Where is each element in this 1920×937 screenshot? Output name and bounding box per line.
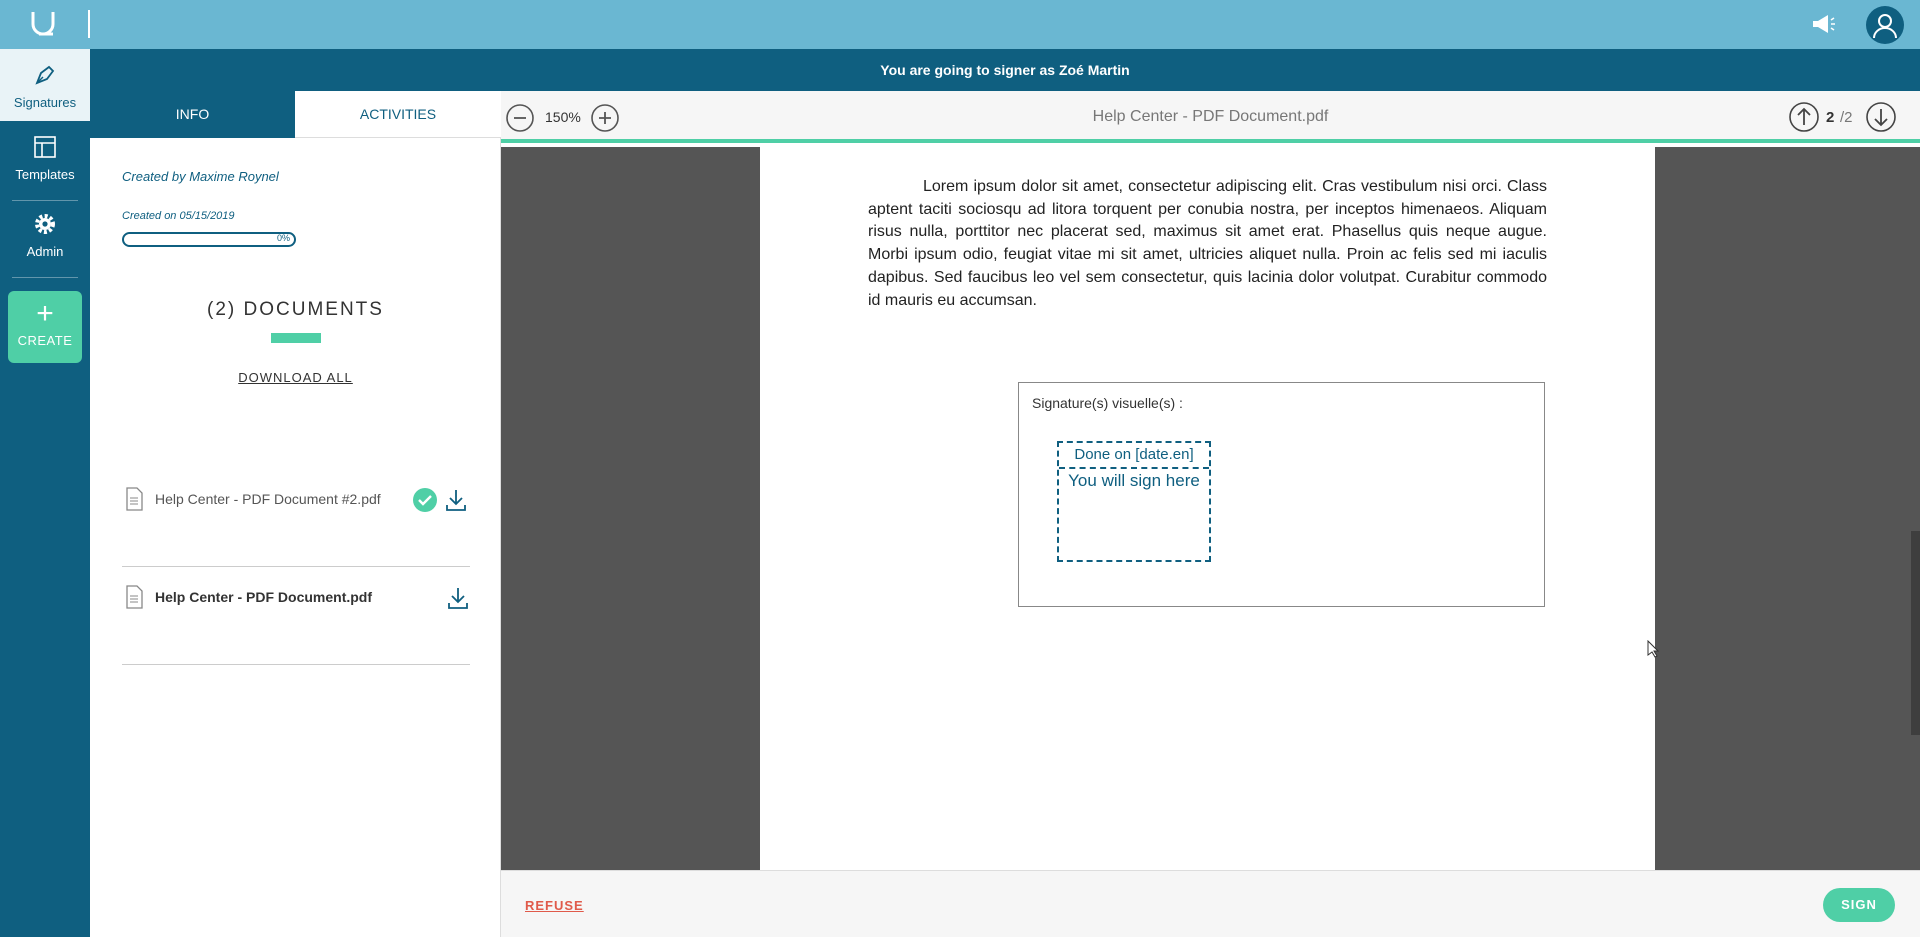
check-icon [413,488,437,512]
user-icon [1873,14,1897,39]
signature-box: Signature(s) visuelle(s) : Done on [date… [1018,382,1545,607]
mouse-cursor-icon [1647,640,1659,658]
sign-button[interactable]: SIGN [1823,888,1895,922]
file-icon [126,585,143,609]
signer-banner: You are going to signer as Zoé Martin [90,49,1920,91]
documents-title-underline [271,333,321,343]
top-bar [0,0,1920,49]
create-button[interactable]: + CREATE [8,291,82,363]
tab-info[interactable]: INFO [90,91,295,138]
file-icon [126,487,143,511]
tab-activities[interactable]: ACTIVITIES [295,91,501,138]
page-total: /2 [1840,109,1853,126]
nav-templates[interactable]: Templates [0,134,90,194]
download-icon[interactable] [446,585,470,611]
info-panel: INFO ACTIVITIES Created by Maxime Roynel… [90,91,501,937]
nav-divider [12,277,78,278]
signature-box-label: Signature(s) visuelle(s) : [1032,395,1183,411]
viewer-scrollbar[interactable] [1911,531,1920,735]
nav-admin-label: Admin [26,244,64,259]
action-footer: REFUSE SIGN [501,870,1920,937]
template-icon [34,136,56,158]
signature-placeholder: You will sign here [1068,471,1200,490]
megaphone-icon[interactable] [1810,11,1836,37]
nav-signatures-label: Signatures [13,95,77,110]
page-up-icon[interactable] [1788,101,1820,133]
viewer-toolbar: 150% Help Center - PDF Document.pdf 2 /2 [501,91,1920,143]
create-label: CREATE [17,333,73,348]
user-avatar[interactable] [1866,6,1904,44]
gear-icon [35,214,55,234]
nav-divider [12,200,78,201]
pdf-page: Lorem ipsum dolor sit amet, consectetur … [760,147,1655,870]
document-viewer[interactable]: Lorem ipsum dolor sit amet, consectetur … [501,147,1920,870]
nav-signatures[interactable]: Signatures [0,49,90,121]
document-name[interactable]: Help Center - PDF Document.pdf [155,589,372,605]
download-all-link[interactable]: DOWNLOAD ALL [90,370,501,385]
logo-separator [88,10,90,38]
left-nav: Signatures Templates Admin + CREATE [0,49,90,937]
document-title: Help Center - PDF Document.pdf [1092,108,1329,125]
signature-date: Done on [date.en] [1059,443,1209,469]
plus-icon: + [36,297,54,330]
nav-templates-label: Templates [15,167,75,182]
pen-icon [35,65,55,85]
page-body-text: Lorem ipsum dolor sit amet, consectetur … [868,178,1547,309]
refuse-button[interactable]: REFUSE [525,898,584,913]
logo-icon[interactable] [27,8,59,40]
document-name[interactable]: Help Center - PDF Document #2.pdf [155,491,381,507]
document-item[interactable]: Help Center - PDF Document #2.pdf [122,487,470,567]
page-current: 2 [1826,109,1835,126]
created-by: Created by Maxime Roynel [122,169,279,184]
nav-admin[interactable]: Admin [0,211,90,271]
download-icon[interactable] [444,487,468,513]
progress-bar: 0% [122,232,296,247]
document-item[interactable]: Help Center - PDF Document.pdf [122,585,470,665]
progress-label: 0% [276,233,290,243]
page-down-icon[interactable] [1865,101,1897,133]
signature-field[interactable]: Done on [date.en] You will sign here [1057,441,1211,562]
documents-title: (2) DOCUMENTS [207,299,384,320]
created-on: Created on 05/15/2019 [122,210,235,222]
